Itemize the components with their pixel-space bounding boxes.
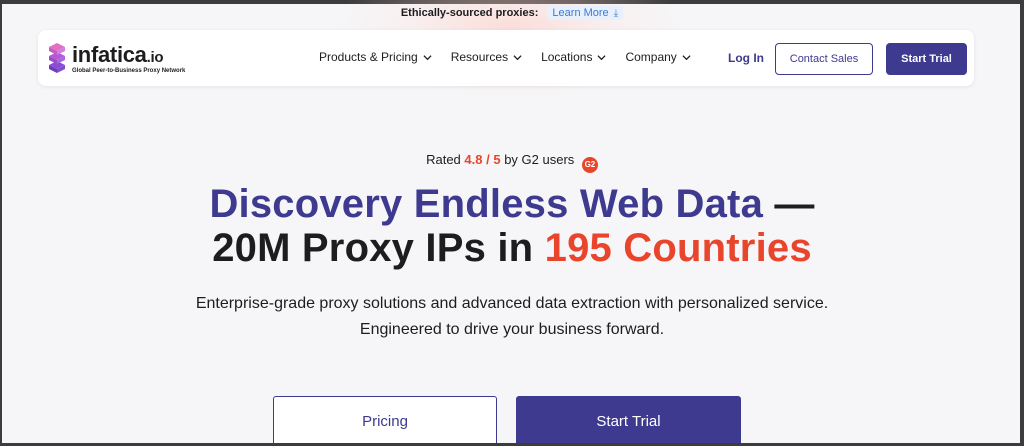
learn-more-label: Learn More — [552, 7, 609, 19]
nav-item-locations[interactable]: Locations — [541, 50, 606, 64]
chevron-down-icon — [513, 54, 522, 60]
nav-item-label: Company — [625, 50, 677, 64]
logo-wordmark: infatica.io — [72, 42, 164, 67]
pricing-button[interactable]: Pricing — [273, 396, 497, 446]
download-icon: ⤓ — [613, 8, 619, 19]
nav-item-resources[interactable]: Resources — [451, 50, 522, 64]
nav-item-products-pricing[interactable]: Products & Pricing — [319, 50, 432, 64]
announcement-bar: Ethically-sourced proxies: Learn More ⤓ — [0, 6, 1024, 20]
chevron-down-icon — [682, 54, 691, 60]
logo-layers-icon — [49, 43, 65, 73]
g2-badge-icon: G2 — [581, 157, 598, 173]
g2-rating: Rated 4.8 / 5 by G2 users G2 — [0, 152, 1024, 173]
logo-tagline: Global Peer-to-Business Proxy Network — [72, 68, 186, 74]
logo[interactable]: infatica.io Global Peer-to-Business Prox… — [48, 40, 218, 76]
nav-menu: Products & Pricing Resources Locations C… — [319, 50, 710, 64]
announcement-text: Ethically-sourced proxies: — [400, 7, 539, 19]
headline-main: 20M Proxy IPs in — [212, 226, 545, 270]
nav-item-company[interactable]: Company — [625, 50, 691, 64]
subtitle-line-2: Engineered to drive your business forwar… — [359, 321, 665, 338]
headline-dash: — — [763, 182, 815, 226]
learn-more-link[interactable]: Learn More ⤓ — [547, 6, 624, 20]
chevron-down-icon — [597, 54, 606, 60]
headline-highlight: Discovery Endless Web Data — [209, 182, 764, 226]
hero-subtitle: Enterprise-grade proxy solutions and adv… — [0, 291, 1024, 343]
rating-suffix: by G2 users — [504, 152, 575, 167]
nav-start-trial-button[interactable]: Start Trial — [886, 43, 967, 75]
nav-item-label: Locations — [541, 50, 593, 64]
rating-score: 4.8 / 5 — [464, 152, 501, 167]
hero-start-trial-button[interactable]: Start Trial — [516, 396, 741, 446]
main-navbar: infatica.io Global Peer-to-Business Prox… — [38, 30, 974, 86]
subtitle-line-1: Enterprise-grade proxy solutions and adv… — [195, 295, 829, 312]
nav-item-label: Products & Pricing — [319, 50, 418, 64]
headline-countries: 195 Countries — [544, 226, 812, 270]
login-link[interactable]: Log In — [728, 51, 764, 65]
chevron-down-icon — [423, 54, 432, 60]
contact-sales-button[interactable]: Contact Sales — [775, 43, 873, 75]
rating-prefix: Rated — [426, 152, 461, 167]
nav-item-label: Resources — [450, 50, 509, 64]
hero-headline: Discovery Endless Web Data — 20M Proxy I… — [0, 182, 1024, 270]
